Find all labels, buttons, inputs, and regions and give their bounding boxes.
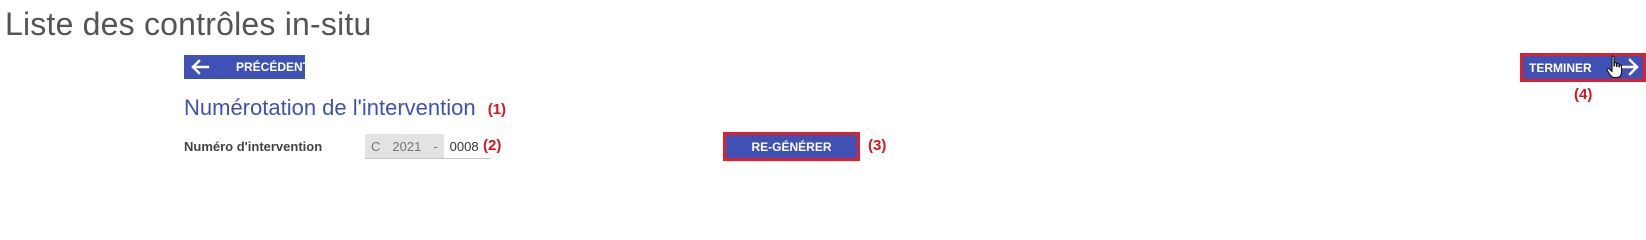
regenerate-button[interactable]: RE-GÉNÉRER bbox=[723, 132, 860, 161]
intervention-number-label: Numéro d'intervention bbox=[184, 139, 323, 154]
arrow-left-icon bbox=[190, 59, 210, 75]
intervention-number-readonly: C 2021 - bbox=[365, 134, 444, 159]
page-title: Liste des contrôles in-situ bbox=[5, 6, 372, 42]
finish-button-label: TERMINER bbox=[1529, 60, 1592, 75]
regenerate-button-label: RE-GÉNÉRER bbox=[751, 139, 832, 154]
intervention-number-field: C 2021 - 0008 bbox=[365, 134, 490, 159]
page: Liste des contrôles in-situ PRÉCÉDENT TE… bbox=[0, 0, 1646, 201]
previous-button-label: PRÉCÉDENT bbox=[236, 60, 311, 74]
annotation-4: (4) bbox=[1574, 86, 1593, 103]
finish-button[interactable]: TERMINER bbox=[1520, 53, 1646, 82]
annotation-3: (3) bbox=[868, 137, 887, 154]
annotation-1: (1) bbox=[487, 101, 507, 118]
section-title-text: Numérotation de l'intervention bbox=[184, 95, 476, 120]
intervention-year: 2021 bbox=[392, 138, 422, 154]
annotation-2: (2) bbox=[483, 137, 502, 154]
section-title: Numérotation de l'intervention (1) bbox=[184, 95, 506, 121]
hand-pointer-cursor-icon bbox=[1606, 55, 1624, 82]
intervention-separator: - bbox=[433, 138, 438, 154]
previous-button[interactable]: PRÉCÉDENT bbox=[184, 55, 310, 79]
intervention-prefix: C bbox=[371, 138, 381, 154]
